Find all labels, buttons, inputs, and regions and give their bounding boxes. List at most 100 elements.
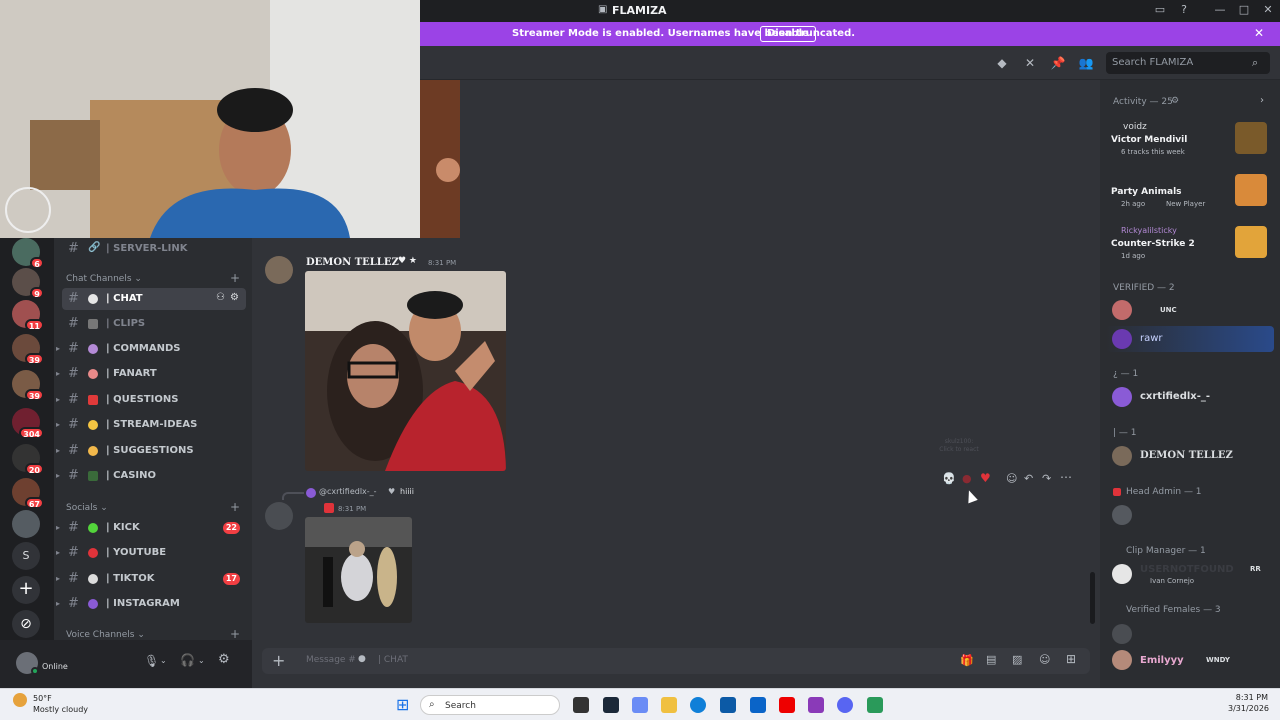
channel-kick[interactable]: ▸ # | KICK 22 (56, 517, 246, 539)
member-rawr[interactable]: rawr (1106, 326, 1274, 352)
add-social-channel-icon[interactable]: + (230, 500, 240, 514)
server-icon-7[interactable]: 20 (12, 444, 44, 475)
member-avatar[interactable] (1112, 446, 1132, 466)
more-options-icon[interactable]: ⋯ (1060, 470, 1072, 484)
close-window-icon[interactable]: ✕ (1260, 3, 1276, 16)
reply-icon[interactable]: ↶ (1024, 472, 1033, 485)
forward-icon[interactable]: ↷ (1042, 472, 1051, 485)
search-input[interactable]: Search FLAMIZA ⌕ (1106, 52, 1270, 74)
member-name[interactable]: cxrtifiedlx-_- (1140, 391, 1210, 402)
channel-tiktok[interactable]: ▸ # | TIKTOK 17 (56, 568, 246, 590)
message-composer[interactable]: + Message # ● | CHAT 🎁 ▤ ▨ ☺ ⊞ (262, 648, 1090, 674)
file-explorer-icon[interactable] (661, 697, 677, 713)
member-avatar[interactable] (1112, 650, 1132, 670)
add-channel-icon[interactable]: + (230, 271, 240, 285)
channel-clips[interactable]: # | CLIPS (62, 313, 246, 335)
store-icon[interactable] (720, 697, 736, 713)
member-name[interactable]: DEMON TELLEZ (1140, 450, 1233, 461)
invite-icon[interactable]: ⚇ (216, 292, 225, 303)
threads-icon[interactable]: ◆ (994, 56, 1010, 72)
server-icon-9[interactable] (12, 510, 40, 538)
server-icon-4[interactable]: 39 (12, 334, 44, 365)
channel-fanart[interactable]: ▸ # | FANART (56, 363, 246, 385)
chevron-down-icon[interactable]: ⌄ (198, 656, 205, 665)
image-attachment-2[interactable] (305, 517, 412, 623)
message-avatar-2[interactable] (265, 502, 293, 530)
message-avatar[interactable] (265, 256, 293, 284)
channel-chat[interactable]: # | CHAT ⚇ ⚙ (62, 288, 246, 310)
outlook-icon[interactable] (750, 697, 766, 713)
category-voice-channels[interactable]: Voice Channels ⌄ (66, 630, 145, 640)
server-icon-5[interactable]: 39 (12, 370, 44, 401)
user-settings-gear-icon[interactable]: ⚙ (218, 652, 230, 667)
emoji-icon[interactable]: ☺ (1039, 653, 1050, 666)
add-voice-channel-icon[interactable]: + (230, 627, 240, 641)
channel-stream-ideas[interactable]: ▸ # | STREAM-IDEAS (56, 414, 246, 436)
server-icon-1[interactable]: 6 (12, 238, 44, 269)
app-icon[interactable] (867, 697, 883, 713)
member-list-icon[interactable]: 👥 (1078, 56, 1094, 72)
red-reaction-icon[interactable]: ● (962, 472, 972, 485)
server-icon-s[interactable]: S (12, 542, 40, 570)
reply-author[interactable]: @cxrtifiedlx-_- (319, 487, 377, 496)
image-attachment[interactable] (305, 271, 506, 471)
edge-icon[interactable] (690, 697, 706, 713)
reply-text[interactable]: hiiii (400, 487, 414, 496)
activity-settings-icon[interactable]: ⚙ (1171, 96, 1179, 106)
scrollbar[interactable] (1090, 572, 1095, 624)
inbox-icon[interactable]: ▭ (1152, 3, 1168, 16)
maximize-icon[interactable]: □ (1236, 3, 1252, 16)
steam-icon[interactable] (603, 697, 619, 713)
member-avatar[interactable] (1112, 387, 1132, 407)
member-avatar[interactable] (1112, 564, 1132, 584)
banner-close-icon[interactable]: ✕ (1254, 26, 1264, 40)
member-avatar[interactable] (1112, 300, 1132, 320)
gift-icon[interactable]: 🎁 (960, 654, 974, 667)
channel-casino[interactable]: ▸ # | CASINO (56, 465, 246, 487)
clipchamp-icon[interactable] (808, 697, 824, 713)
channel-suggestions[interactable]: ▸ # | SUGGESTIONS (56, 440, 246, 462)
chevron-down-icon[interactable]: ⌄ (160, 656, 167, 665)
microphone-icon[interactable]: 🎙 (144, 654, 159, 668)
server-icon-3[interactable]: 11 (12, 300, 44, 331)
add-reaction-icon[interactable]: ☺ (1006, 472, 1017, 485)
minimize-icon[interactable]: — (1212, 3, 1228, 16)
server-icon-2[interactable]: 9 (12, 268, 44, 299)
notification-bell-icon[interactable]: ✕ (1022, 56, 1038, 72)
category-chat-channels[interactable]: Chat Channels ⌄ (66, 274, 142, 284)
discord-icon[interactable] (837, 697, 853, 713)
pin-icon[interactable]: 📌 (1050, 56, 1066, 72)
upload-plus-icon[interactable]: + (272, 651, 285, 670)
copilot-icon[interactable] (632, 697, 648, 713)
member-avatar[interactable] (1112, 624, 1132, 644)
chevron-right-icon[interactable]: › (1260, 95, 1264, 106)
windows-start-icon[interactable]: ⊞ (396, 695, 409, 714)
taskbar-date[interactable]: 3/31/2026 (1228, 704, 1269, 713)
headphones-icon[interactable]: 🎧 (180, 653, 195, 667)
taskbar-search[interactable]: ⌕ Search (420, 695, 560, 715)
gif-icon[interactable]: ▤ (986, 653, 996, 666)
youtube-icon[interactable] (779, 697, 795, 713)
channel-settings-icon[interactable]: ⚙ (230, 292, 239, 303)
sticker-icon[interactable]: ▨ (1012, 653, 1022, 666)
activity-card-1[interactable]: voidz Victor Mendivil 6 tracks this week (1106, 118, 1274, 160)
heart-reaction-icon[interactable]: ♥ (980, 471, 991, 485)
category-socials[interactable]: Socials ⌄ (66, 503, 108, 513)
server-icon-6[interactable]: 304 (12, 408, 44, 439)
task-view-icon[interactable] (573, 697, 589, 713)
member-avatar[interactable] (1112, 505, 1132, 525)
apps-icon[interactable]: ⊞ (1066, 652, 1076, 666)
discover-icon[interactable]: ⊘ (12, 610, 40, 638)
taskbar-time[interactable]: 8:31 PM (1228, 693, 1268, 702)
activity-card-2[interactable]: Party Animals 2h ago New Player (1106, 170, 1274, 212)
help-icon[interactable]: ? (1176, 3, 1192, 16)
activity-card-3[interactable]: Rickyalilsticky Counter-Strike 2 1d ago (1106, 222, 1274, 264)
weather-icon[interactable] (13, 693, 27, 707)
message-author[interactable]: DEMON TELLEZ (306, 257, 399, 268)
channel-youtube[interactable]: ▸ # | YOUTUBE (56, 542, 246, 564)
channel-server-link[interactable]: # 🔗 | SERVER-LINK (62, 238, 246, 260)
server-icon-8[interactable]: 67 (12, 478, 44, 509)
channel-instagram[interactable]: ▸ # | INSTAGRAM (56, 593, 246, 615)
channel-questions[interactable]: ▸ # | QUESTIONS (56, 389, 246, 411)
add-server-icon[interactable]: + (12, 576, 40, 604)
